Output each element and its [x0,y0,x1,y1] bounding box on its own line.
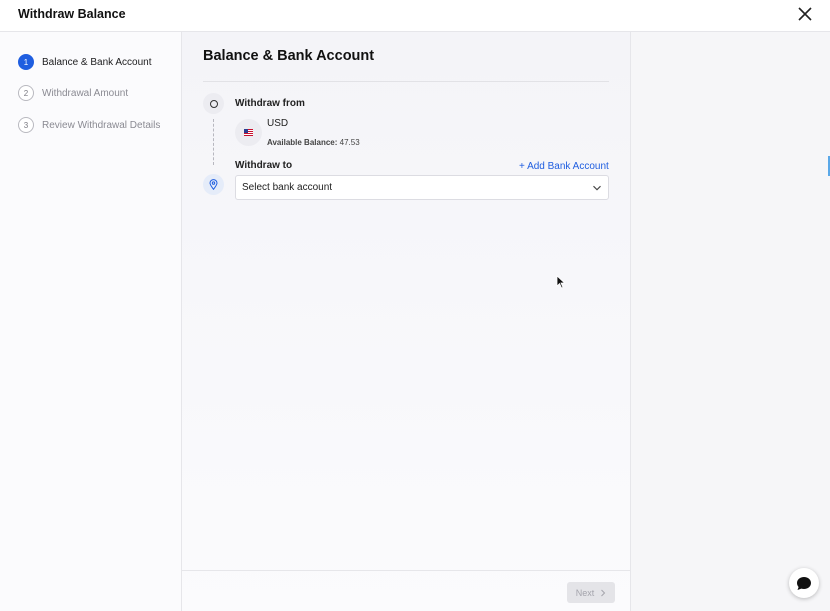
chat-bubble-icon [797,576,811,590]
timeline-connector [213,119,214,165]
chevron-down-icon [593,185,601,191]
window-title: Withdraw Balance [18,7,126,21]
chevron-right-icon [601,589,606,596]
step-label: Balance & Bank Account [42,56,152,68]
add-bank-account-link[interactable]: + Add Bank Account [519,161,609,172]
step-number: 1 [18,54,34,70]
step-number: 3 [18,117,34,133]
us-flag-icon [235,119,262,146]
currency-code: USD [267,118,289,129]
step-review-withdrawal-details[interactable]: 3 Review Withdrawal Details [18,116,160,134]
step-label: Withdrawal Amount [42,87,129,99]
section-divider [203,81,609,82]
balance-value: 47.53 [339,138,360,147]
next-label: Next [575,587,595,598]
step-number: 2 [18,85,34,101]
withdraw-to-label: Withdraw to [235,160,293,171]
timeline-start-icon [203,93,224,114]
balance-label: Available Balance: [267,138,338,147]
chat-button[interactable] [789,568,819,598]
next-button[interactable]: Next [567,582,615,603]
mouse-cursor-icon [556,275,566,289]
available-balance: Available Balance: 47.53 [267,138,360,147]
withdraw-from-label: Withdraw from [235,98,305,109]
right-panel [631,32,830,611]
step-withdrawal-amount[interactable]: 2 Withdrawal Amount [18,84,128,102]
footer-divider [182,570,631,571]
close-icon[interactable] [796,5,814,23]
select-placeholder: Select bank account [242,182,333,193]
step-balance-bank-account[interactable]: 1 Balance & Bank Account [18,53,152,71]
location-pin-icon [203,174,224,195]
bank-account-select[interactable]: Select bank account [235,175,609,200]
step-label: Review Withdrawal Details [42,119,161,131]
title-bar: Withdraw Balance [0,0,830,32]
section-title: Balance & Bank Account [203,48,375,64]
